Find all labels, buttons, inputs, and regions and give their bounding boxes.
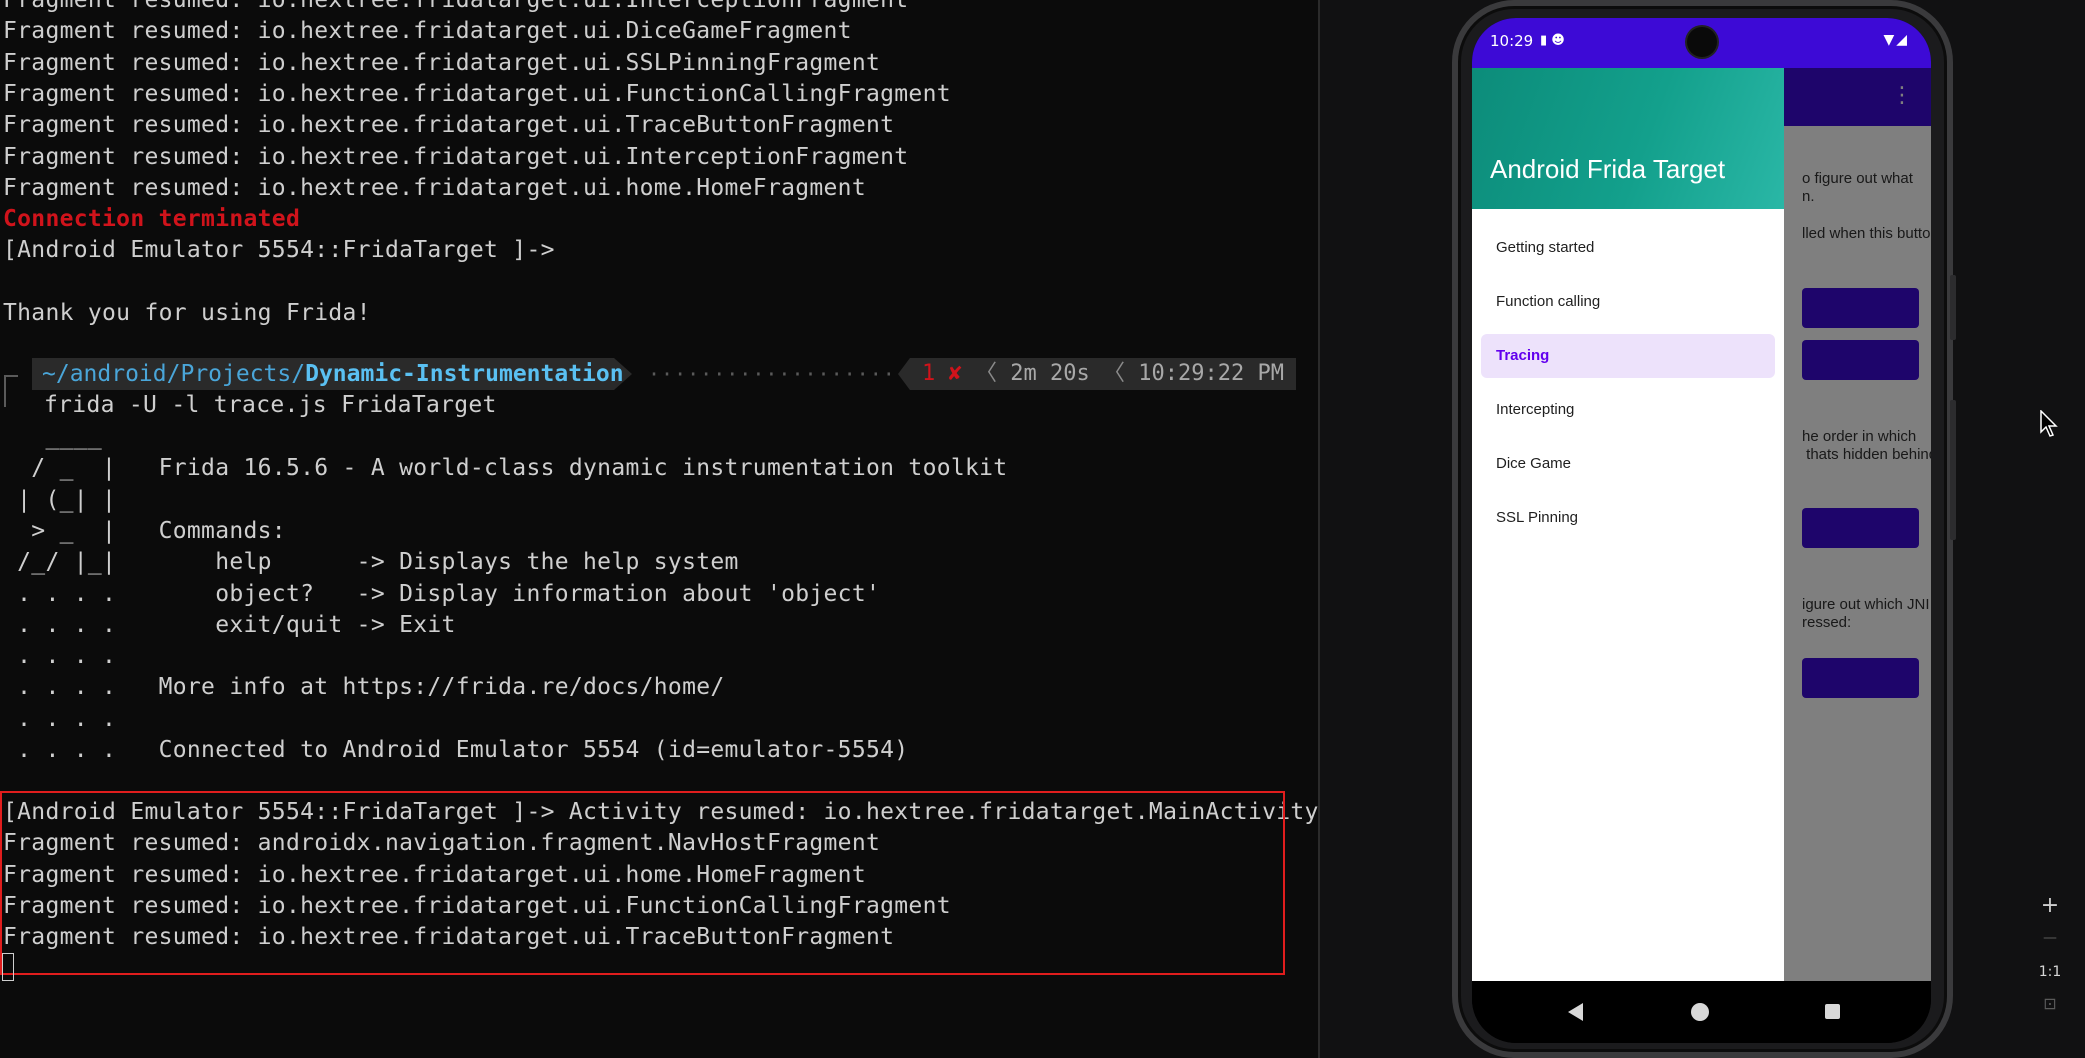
prompt-status: 1 ✘ 〈 2m 20s 〈 10:29:22 PM [922, 358, 1284, 390]
frida-banner-line: . . . . [3, 643, 117, 670]
wifi-signal-icon: ▼◢ [1883, 32, 1909, 48]
back-icon[interactable] [1568, 1003, 1583, 1021]
prompt-path: ~/android/Projects/Dynamic-Instrumentati… [42, 358, 624, 390]
android-nav-bar [1472, 981, 1931, 1043]
frida-banner-line: . . . . [3, 705, 117, 732]
prompt-bracket [4, 375, 18, 407]
drawer-title: Android Frida Target [1490, 154, 1726, 184]
terminal-line: Fragment resumed: io.hextree.fridatarget… [3, 49, 881, 76]
frida-banner-line: ____ [3, 424, 103, 450]
terminal-line: Fragment resumed: io.hextree.fridatarget… [3, 112, 895, 139]
drawer-header: Android Frida Target [1472, 68, 1784, 209]
zoom-out-button[interactable]: — [2030, 922, 2070, 954]
frida-banner-line: | (_| | [3, 486, 117, 513]
terminal-line: Fragment resumed: io.hextree.fridatarget… [3, 80, 951, 107]
frida-banner-line: . . . . exit/quit -> Exit [3, 611, 456, 638]
terminal-line: Fragment resumed: io.hextree.fridatarget… [3, 18, 852, 45]
prompt-separator: 〈 [975, 361, 998, 386]
navigation-drawer: Android Frida Target Getting started Fun… [1472, 68, 1784, 981]
terminal-line: Thank you for using Frida! [3, 300, 371, 326]
nav-item-getting-started[interactable]: Getting started [1481, 226, 1775, 270]
nav-item-tracing[interactable]: Tracing [1481, 334, 1775, 378]
prompt-error-count: 1 ✘ [922, 361, 962, 386]
zoom-in-button[interactable]: + [2030, 890, 2070, 922]
prompt-separator: 〈 [1103, 361, 1126, 386]
camera-cutout [1687, 27, 1717, 57]
terminal-cursor [2, 953, 14, 981]
home-icon[interactable] [1691, 1003, 1709, 1021]
terminal-line: Fragment resumed: io.hextree.fridatarget… [3, 0, 909, 13]
status-notification-icons: ▮ ☻ [1540, 33, 1565, 48]
volume-button[interactable] [1950, 275, 1956, 340]
frida-banner-line: > _ | Commands: [3, 517, 286, 544]
nav-item-ssl-pinning[interactable]: SSL Pinning [1481, 496, 1775, 540]
terminal-line: [Android Emulator 5554::FridaTarget ]-> [3, 237, 555, 264]
prompt-time: 10:29:22 PM [1138, 361, 1284, 386]
power-button[interactable] [1950, 400, 1956, 540]
mouse-pointer-icon [2040, 410, 2058, 437]
frida-banner-line: / _ | Frida 16.5.6 - A world-class dynam… [3, 455, 1008, 482]
terminal-line: Fragment resumed: io.hextree.fridatarget… [3, 174, 866, 201]
prompt-path-dir: Dynamic-Instrumentation [305, 361, 624, 387]
shell-prompt-bar: ~/android/Projects/Dynamic-Instrumentati… [0, 358, 1296, 407]
phone-screen[interactable]: 10:29 ▮ ☻ ▼◢ ⋮ o figure out what n. lled… [1472, 18, 1931, 1043]
highlight-box [0, 791, 1285, 975]
nav-item-intercepting[interactable]: Intercepting [1481, 388, 1775, 432]
emulator-zoom-controls: + — 1:1 ⊡ [2030, 890, 2080, 1030]
frida-banner-line: . . . . Connected to Android Emulator 55… [3, 737, 909, 763]
command-line: frida -U -l trace.js FridaTarget [44, 392, 497, 418]
terminal-window[interactable]: Fragment resumed: io.hextree.fridatarget… [0, 0, 1318, 1058]
prompt-path-prefix: ~/android/Projects/ [42, 361, 306, 387]
frida-banner-line: . . . . More info at https://frida.re/do… [3, 674, 725, 701]
recents-icon[interactable] [1825, 1004, 1840, 1019]
frida-banner-line: /_/ |_| help -> Displays the help system [3, 549, 739, 576]
nav-item-function-calling[interactable]: Function calling [1481, 280, 1775, 324]
actual-size-button[interactable]: 1:1 [2030, 956, 2070, 988]
app-content[interactable]: ⋮ o figure out what n. lled when this bu… [1472, 68, 1931, 981]
prompt-duration: 2m 20s [1010, 361, 1090, 386]
fit-screen-button[interactable]: ⊡ [2030, 988, 2070, 1020]
terminal-line: Connection terminated [3, 206, 301, 233]
terminal-line: Fragment resumed: io.hextree.fridatarget… [3, 143, 909, 170]
android-status-bar: 10:29 ▮ ☻ ▼◢ [1472, 18, 1931, 68]
status-time: 10:29 [1490, 32, 1534, 50]
frida-banner-line: . . . . object? -> Display information a… [3, 580, 881, 607]
nav-item-dice-game[interactable]: Dice Game [1481, 442, 1775, 486]
